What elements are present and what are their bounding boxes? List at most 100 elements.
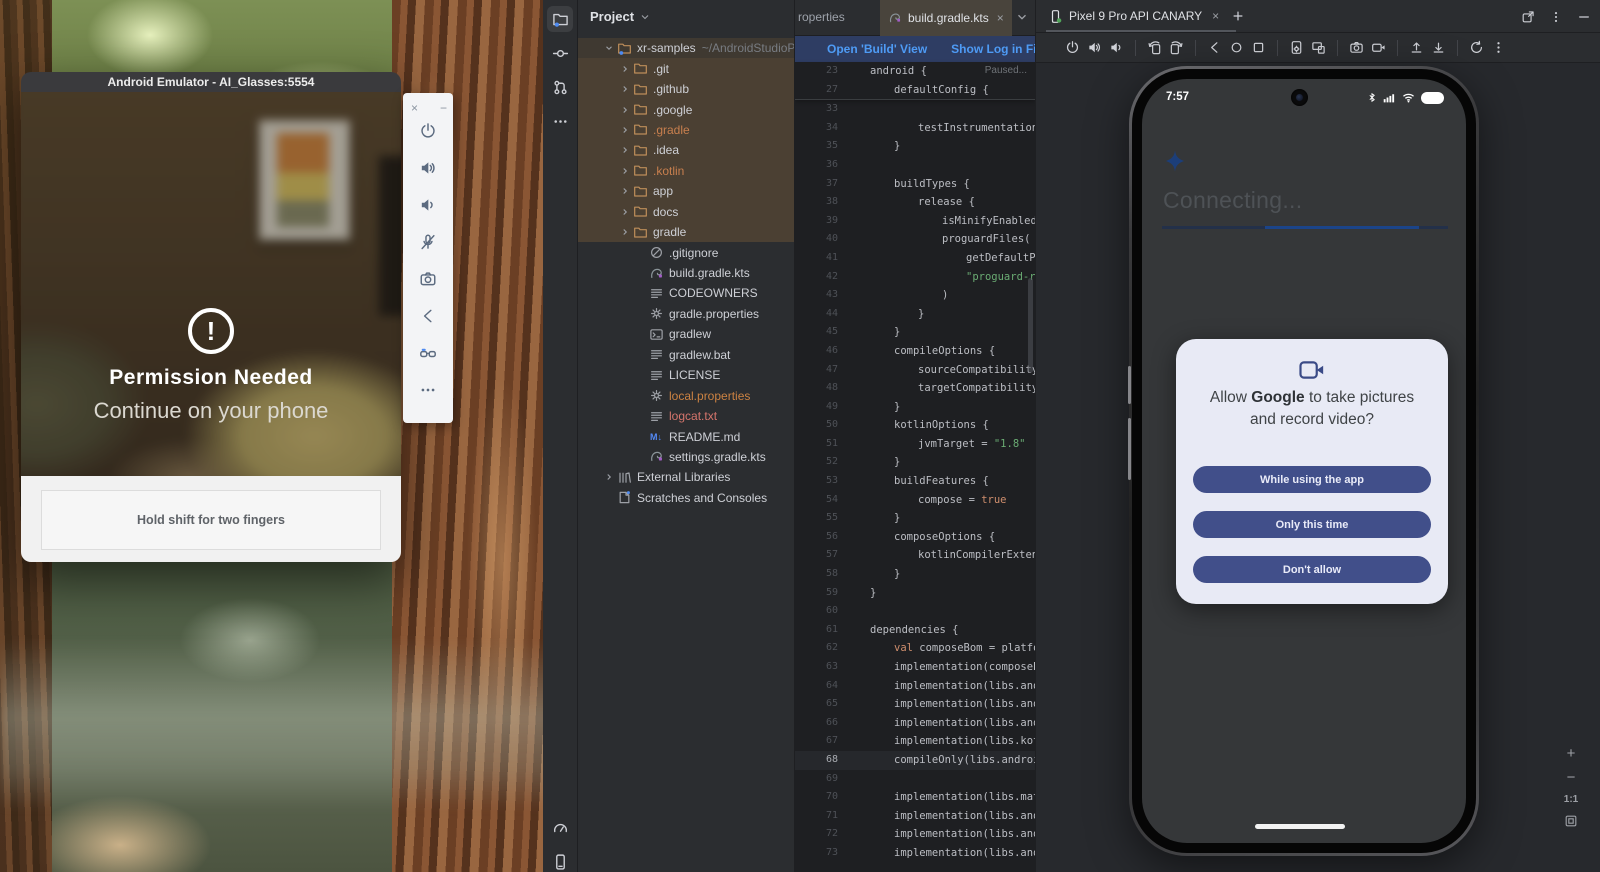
emulator-glasses-button[interactable] (417, 343, 439, 363)
device-upload-button[interactable] (1408, 39, 1425, 56)
actual-size-button[interactable]: 1:1 (1564, 794, 1578, 805)
chevron-right-icon[interactable] (618, 64, 632, 74)
dont-allow-button[interactable]: Don't allow (1193, 556, 1431, 583)
device-tab-pixel-9-pro[interactable]: Pixel 9 Pro API CANARY × (1036, 0, 1225, 33)
tree-item--kotlin[interactable]: .kotlin (578, 161, 795, 181)
line-number: 65 (795, 695, 838, 714)
zoom-in-button[interactable]: + (1567, 746, 1576, 761)
device-power-button[interactable] (1064, 39, 1081, 56)
tree-item--idea[interactable]: .idea (578, 140, 795, 160)
tab-build-gradle-kts[interactable]: build.gradle.kts × (880, 0, 1012, 36)
hidden-tabs-chevron-icon[interactable] (1015, 10, 1029, 24)
tree-item--github[interactable]: .github (578, 79, 795, 99)
chevron-right-icon[interactable] (618, 166, 632, 176)
device-camera-button[interactable] (1348, 39, 1365, 56)
device-tab-close-icon[interactable]: × (1212, 9, 1219, 23)
tree-item-external-libraries[interactable]: External Libraries (578, 467, 795, 487)
tree-item-build-gradle-kts[interactable]: build.gradle.kts (578, 263, 795, 283)
emulator-titlebar[interactable]: Android Emulator - AI_Glasses:5554 (21, 72, 401, 92)
emulator-camera-button[interactable] (417, 269, 439, 289)
chevron-right-icon[interactable] (618, 207, 632, 217)
permission-message: Allow Google to take pictures and record… (1176, 387, 1448, 431)
device-volume-down-button[interactable] (1108, 39, 1125, 56)
device-record-button[interactable] (1370, 39, 1387, 56)
device-kebab-button[interactable] (1490, 39, 1507, 56)
panel-minimize-button[interactable] (1577, 10, 1591, 24)
project-panel-header[interactable]: Project (578, 0, 794, 24)
strip-more-button[interactable] (547, 108, 573, 134)
tree-item-gradlew[interactable]: gradlew (578, 324, 795, 344)
chevron-right-icon[interactable] (618, 145, 632, 155)
volume-up-icon (417, 158, 439, 178)
panel-open-in-new-button[interactable] (1521, 10, 1535, 24)
emulator-minimize-button[interactable]: − (440, 101, 447, 115)
chevron-down-icon[interactable] (602, 43, 616, 53)
tree-item-docs[interactable]: docs (578, 202, 795, 222)
emulator-close-button[interactable]: × (411, 101, 418, 115)
show-log-in-finder-link[interactable]: Show Log in Finder (951, 42, 1035, 56)
tree-item-app[interactable]: app (578, 181, 795, 201)
panel-kebab-button[interactable] (1549, 10, 1563, 24)
emulator-power-button[interactable] (417, 121, 439, 141)
device-download-button[interactable] (1430, 39, 1447, 56)
tree-item-readme-md[interactable]: M↓README.md (578, 426, 795, 446)
open-build-view-link[interactable]: Open 'Build' View (827, 42, 927, 56)
chevron-right-icon[interactable] (618, 125, 632, 135)
emulator-volume-up-button[interactable] (417, 158, 439, 178)
tree-item-scratches-and-consoles[interactable]: Scratches and Consoles (578, 488, 795, 508)
zoom-out-button[interactable]: − (1567, 770, 1576, 785)
tree-item-license[interactable]: LICENSE (578, 365, 795, 385)
tree-item-gradlew-bat[interactable]: gradlew.bat (578, 345, 795, 365)
tab-close-icon[interactable]: × (997, 11, 1004, 25)
strip-vcs-button[interactable] (547, 74, 573, 100)
device-back-button[interactable] (1206, 39, 1223, 56)
chevron-right-icon[interactable] (618, 84, 632, 94)
emulator-mic-off-button[interactable] (417, 232, 439, 252)
chevron-right-icon[interactable] (618, 186, 632, 196)
tree-item-logcat-txt[interactable]: logcat.txt (578, 406, 795, 426)
fit-screen-icon[interactable] (1564, 814, 1578, 828)
phone-screen[interactable]: 7:57 (1142, 79, 1466, 843)
chevron-right-icon[interactable] (602, 472, 616, 482)
emulator-screen[interactable]: ! Permission Needed Continue on your pho… (21, 92, 401, 476)
add-device-tab-icon[interactable] (1231, 9, 1245, 23)
code-editor[interactable]: 23android {Paused...27defaultConfig {333… (795, 62, 1035, 872)
editor-scrollbar-thumb[interactable] (1028, 278, 1033, 373)
editor-area[interactable]: roperties build.gradle.kts × Open 'Build… (795, 0, 1035, 872)
videocam-icon (1298, 359, 1326, 381)
line-number: 36 (795, 156, 838, 175)
chevron-right-icon[interactable] (618, 227, 632, 237)
device-rotate-ccw-button[interactable] (1146, 39, 1163, 56)
only-this-time-button[interactable]: Only this time (1193, 511, 1431, 538)
strip-device-manager-button[interactable] (548, 848, 574, 872)
tree-item-local-properties[interactable]: local.properties (578, 385, 795, 405)
tree-item--google[interactable]: .google (578, 99, 795, 119)
strip-commit-button[interactable] (547, 40, 573, 66)
tree-item-gradle-properties[interactable]: gradle.properties (578, 304, 795, 324)
device-reset-button[interactable] (1468, 39, 1485, 56)
emulator-back-button[interactable] (417, 306, 439, 326)
device-device-settings-button[interactable] (1288, 39, 1305, 56)
strip-profiler-button[interactable] (548, 814, 574, 840)
chevron-right-icon[interactable] (618, 105, 632, 115)
tree-item--git[interactable]: .git (578, 58, 795, 78)
device-overview-button[interactable] (1250, 39, 1267, 56)
emulator-more-button[interactable] (417, 380, 439, 400)
while-using-app-button[interactable]: While using the app (1193, 466, 1431, 493)
device-display-mode-button[interactable] (1310, 39, 1327, 56)
device-volume-up-button[interactable] (1086, 39, 1103, 56)
tree-item--gradle[interactable]: .gradle (578, 120, 795, 140)
line-number: 44 (795, 305, 838, 324)
device-home-button[interactable] (1228, 39, 1245, 56)
tree-item-gradle[interactable]: gradle (578, 222, 795, 242)
emulator-volume-down-button[interactable] (417, 195, 439, 215)
tree-item--gitignore[interactable]: .gitignore (578, 242, 795, 262)
tree-item-settings-gradle-kts[interactable]: settings.gradle.kts (578, 447, 795, 467)
tree-item-xr-samples[interactable]: xr-samples~/AndroidStudioProje (578, 38, 795, 58)
home-indicator[interactable] (1255, 824, 1345, 829)
device-rotate-cw-button[interactable] (1168, 39, 1185, 56)
strip-project-folder-button[interactable] (547, 6, 573, 32)
tree-item-codeowners[interactable]: CODEOWNERS (578, 283, 795, 303)
tab-gradle-properties[interactable]: roperties (798, 10, 845, 24)
chevron-down-icon[interactable] (639, 11, 651, 23)
